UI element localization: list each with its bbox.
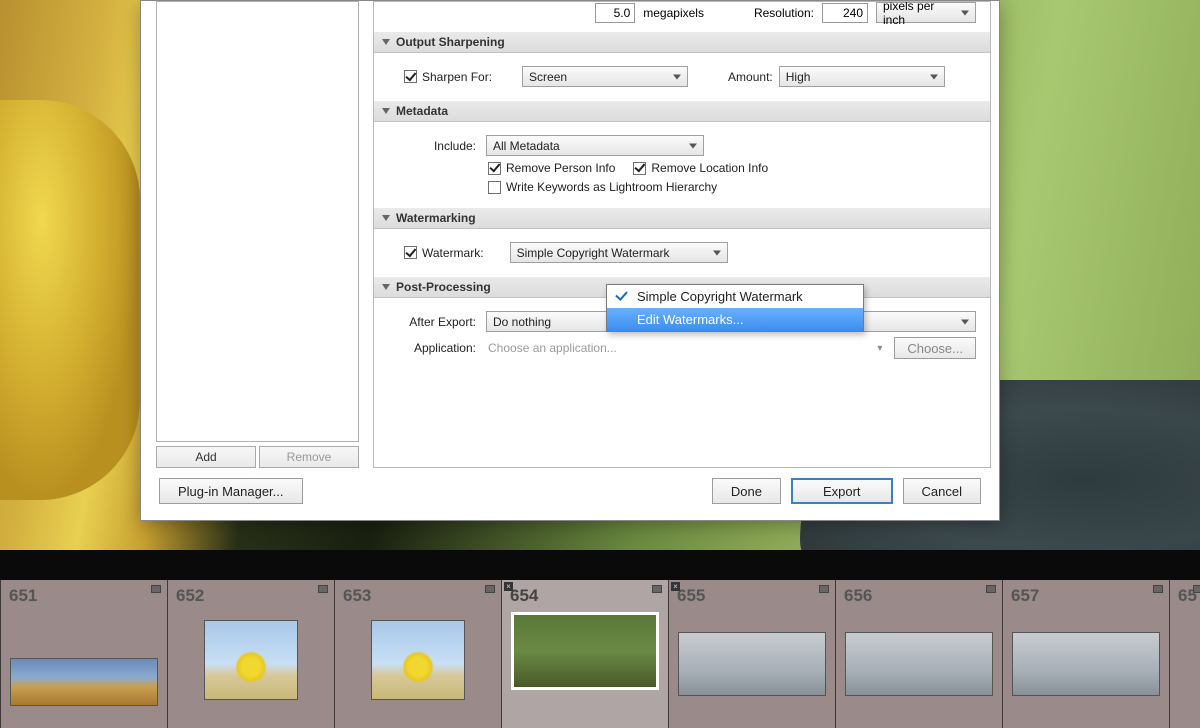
- watermark-option-simple[interactable]: Simple Copyright Watermark: [607, 285, 863, 308]
- remove-person-checkbox[interactable]: Remove Person Info: [488, 161, 615, 175]
- watermark-dropdown-popup: Simple Copyright Watermark Edit Watermar…: [606, 284, 864, 332]
- include-label: Include:: [388, 139, 480, 153]
- sharpen-for-checkbox[interactable]: Sharpen For:: [404, 70, 492, 84]
- resolution-input[interactable]: [822, 3, 868, 23]
- close-icon[interactable]: ×: [504, 582, 513, 591]
- amount-label: Amount:: [728, 70, 773, 84]
- choose-application-button[interactable]: Choose...: [894, 337, 976, 359]
- section-output-sharpening[interactable]: Output Sharpening: [374, 31, 990, 53]
- remove-location-checkbox[interactable]: Remove Location Info: [633, 161, 768, 175]
- badge-icon: [986, 585, 996, 593]
- thumbnail-651[interactable]: 651: [0, 580, 167, 728]
- badge-icon: [819, 585, 829, 593]
- after-export-label: After Export:: [388, 315, 480, 329]
- application-label: Application:: [388, 341, 480, 355]
- badge-icon: [318, 585, 328, 593]
- plugin-manager-button[interactable]: Plug-in Manager...: [159, 478, 303, 504]
- add-preset-button[interactable]: Add: [156, 446, 256, 468]
- badge-icon: [485, 585, 495, 593]
- thumb-image: [204, 620, 298, 700]
- section-watermarking[interactable]: Watermarking: [374, 207, 990, 229]
- thumbnail-653[interactable]: 653: [334, 580, 501, 728]
- filmstrip-divider: [0, 550, 1200, 580]
- chevron-down-icon: [382, 108, 390, 114]
- watermark-option-edit[interactable]: Edit Watermarks...: [607, 308, 863, 331]
- resolution-unit-select[interactable]: pixels per inch: [876, 2, 976, 23]
- settings-panel[interactable]: megapixels Resolution: pixels per inch O…: [373, 1, 991, 468]
- chevron-down-icon: [382, 39, 390, 45]
- thumb-image: [371, 620, 465, 700]
- thumb-image: [845, 632, 993, 696]
- badge-icon: [1153, 585, 1163, 593]
- application-placeholder: Choose an application...: [486, 341, 871, 355]
- dropdown-caret-icon[interactable]: ▾: [877, 343, 882, 354]
- badge-icon: [652, 585, 662, 593]
- thumbnail-657[interactable]: 657: [1002, 580, 1169, 728]
- resolution-label: Resolution:: [754, 6, 814, 20]
- thumbnail-654[interactable]: ×654: [501, 580, 668, 728]
- section-metadata[interactable]: Metadata: [374, 100, 990, 122]
- badge-icon: [1193, 585, 1200, 593]
- thumbnail-655[interactable]: ×655: [668, 580, 835, 728]
- thumbnail-656[interactable]: 656: [835, 580, 1002, 728]
- watermark-select[interactable]: Simple Copyright Watermark: [510, 242, 728, 263]
- write-keywords-checkbox[interactable]: Write Keywords as Lightroom Hierarchy: [488, 180, 717, 194]
- close-icon[interactable]: ×: [671, 582, 680, 591]
- thumb-image: [10, 658, 158, 706]
- include-select[interactable]: All Metadata: [486, 135, 704, 156]
- cancel-button[interactable]: Cancel: [903, 478, 981, 504]
- megapixels-label: megapixels: [643, 6, 704, 20]
- thumb-image: [678, 632, 826, 696]
- done-button[interactable]: Done: [712, 478, 781, 504]
- megapixels-input[interactable]: [595, 3, 635, 23]
- watermark-checkbox[interactable]: Watermark:: [404, 246, 484, 260]
- remove-preset-button: Remove: [259, 446, 359, 468]
- thumbnail-652[interactable]: 652: [167, 580, 334, 728]
- amount-select[interactable]: High: [779, 66, 945, 87]
- preset-list[interactable]: [156, 1, 359, 442]
- thumb-image: [1012, 632, 1160, 696]
- chevron-down-icon: [382, 284, 390, 290]
- thumb-image: [511, 612, 659, 690]
- sharpen-for-select[interactable]: Screen: [522, 66, 688, 87]
- export-dialog: Add Remove megapixels Resolution: pixels…: [140, 0, 1000, 521]
- thumbnail-658[interactable]: 65: [1169, 580, 1200, 728]
- badge-icon: [151, 585, 161, 593]
- filmstrip[interactable]: 651 652 653 ×654 ×655 656 657 65: [0, 580, 1200, 728]
- export-button[interactable]: Export: [791, 478, 893, 504]
- chevron-down-icon: [382, 215, 390, 221]
